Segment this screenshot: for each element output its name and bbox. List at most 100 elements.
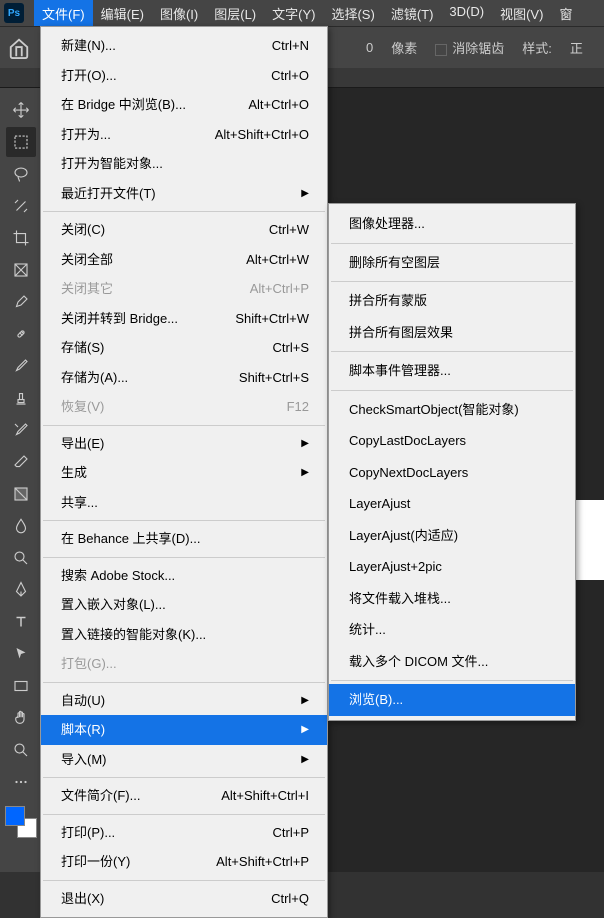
file-menu-item-5[interactable]: 最近打开文件(T)▶: [41, 179, 327, 209]
rectangle-tool[interactable]: [6, 671, 36, 701]
menu-item-label: 置入链接的智能对象(K)...: [61, 625, 206, 645]
file-menu-item-8[interactable]: 关闭全部Alt+Ctrl+W: [41, 245, 327, 275]
file-menu-item-21[interactable]: 搜索 Adobe Stock...: [41, 561, 327, 591]
menu-item-shortcut: Ctrl+Q: [271, 889, 309, 909]
file-menu-item-10[interactable]: 关闭并转到 Bridge...Shift+Ctrl+W: [41, 304, 327, 334]
toolbar: [0, 88, 42, 872]
menu-7[interactable]: 3D(D): [441, 0, 492, 27]
file-menu-item-11[interactable]: 存储(S)Ctrl+S: [41, 333, 327, 363]
hand-tool[interactable]: [6, 703, 36, 733]
crop-tool[interactable]: [6, 223, 36, 253]
menu-item-label: 共享...: [61, 493, 98, 513]
frame-tool[interactable]: [6, 255, 36, 285]
scripts-item-7[interactable]: 脚本事件管理器...: [329, 355, 575, 387]
file-menu-item-2[interactable]: 在 Bridge 中浏览(B)...Alt+Ctrl+O: [41, 90, 327, 120]
eyedropper-tool[interactable]: [6, 287, 36, 317]
style-value: 正: [570, 38, 583, 57]
menu-8[interactable]: 视图(V): [492, 0, 551, 27]
file-menu-item-12[interactable]: 存储为(A)...Shift+Ctrl+S: [41, 363, 327, 393]
menu-item-shortcut: F12: [287, 397, 309, 417]
file-menu-item-26[interactable]: 自动(U)▶: [41, 686, 327, 716]
file-menu-item-4[interactable]: 打开为智能对象...: [41, 149, 327, 179]
file-menu-item-28[interactable]: 导入(M)▶: [41, 745, 327, 775]
stamp-tool[interactable]: [6, 383, 36, 413]
file-menu-item-35[interactable]: 退出(X)Ctrl+Q: [41, 884, 327, 914]
menu-item-label: 打包(G)...: [61, 654, 117, 674]
menu-6[interactable]: 滤镜(T): [383, 0, 442, 27]
menu-4[interactable]: 文字(Y): [264, 0, 323, 27]
scripts-item-4[interactable]: 拼合所有蒙版: [329, 285, 575, 317]
scripts-item-14[interactable]: LayerAjust+2pic: [329, 551, 575, 583]
menu-3[interactable]: 图层(L): [206, 0, 264, 27]
menu-item-label: 打开为...: [61, 125, 111, 145]
brush-tool[interactable]: [6, 351, 36, 381]
gradient-tool[interactable]: [6, 479, 36, 509]
file-menu-item-1[interactable]: 打开(O)...Ctrl+O: [41, 61, 327, 91]
scripts-item-0[interactable]: 图像处理器...: [329, 208, 575, 240]
submenu-arrow-icon: ▶: [301, 436, 309, 451]
scripts-item-12[interactable]: LayerAjust: [329, 488, 575, 520]
zoom-tool[interactable]: [6, 735, 36, 765]
file-menu-item-19[interactable]: 在 Behance 上共享(D)...: [41, 524, 327, 554]
foreground-color-swatch[interactable]: [5, 806, 25, 826]
file-menu-item-30[interactable]: 文件简介(F)...Alt+Shift+Ctrl+I: [41, 781, 327, 811]
antialias-checkbox[interactable]: 消除锯齿: [435, 38, 504, 57]
menu-item-shortcut: Ctrl+W: [269, 220, 309, 240]
menu-item-label: 关闭(C): [61, 220, 105, 240]
healing-tool[interactable]: [6, 319, 36, 349]
menu-item-label: 关闭并转到 Bridge...: [61, 309, 178, 329]
blur-tool[interactable]: [6, 511, 36, 541]
move-tool[interactable]: [6, 95, 36, 125]
file-menu-item-27[interactable]: 脚本(R)▶: [41, 715, 327, 745]
scripts-item-16[interactable]: 统计...: [329, 614, 575, 646]
file-menu-item-7[interactable]: 关闭(C) Ctrl+W: [41, 215, 327, 245]
file-menu-item-3[interactable]: 打开为...Alt+Shift+Ctrl+O: [41, 120, 327, 150]
home-icon[interactable]: [8, 37, 30, 59]
wand-tool[interactable]: [6, 191, 36, 221]
menu-0[interactable]: 文件(F): [34, 0, 93, 27]
edit-toolbar[interactable]: [6, 767, 36, 797]
file-menu-item-23[interactable]: 置入链接的智能对象(K)...: [41, 620, 327, 650]
menu-2[interactable]: 图像(I): [152, 0, 206, 27]
scripts-item-15[interactable]: 将文件载入堆栈...: [329, 583, 575, 615]
pixels-value: 0: [366, 40, 373, 55]
scripts-submenu: 图像处理器... 删除所有空图层拼合所有蒙版拼合所有图层效果脚本事件管理器... C…: [328, 203, 576, 721]
file-menu-dropdown: 新建(N)...Ctrl+N打开(O)...Ctrl+O在 Bridge 中浏览…: [40, 26, 328, 918]
menu-separator: [43, 777, 325, 778]
scripts-item-13[interactable]: LayerAjust(内适应): [329, 520, 575, 552]
scripts-item-2[interactable]: 删除所有空图层: [329, 247, 575, 279]
scripts-item-9[interactable]: CheckSmartObject(智能对象): [329, 394, 575, 426]
type-tool[interactable]: [6, 607, 36, 637]
pen-tool[interactable]: [6, 575, 36, 605]
file-menu-item-0[interactable]: 新建(N)...Ctrl+N: [41, 31, 327, 61]
lasso-tool[interactable]: [6, 159, 36, 189]
file-menu-item-17[interactable]: 共享...: [41, 488, 327, 518]
file-menu-item-33[interactable]: 打印一份(Y)Alt+Shift+Ctrl+P: [41, 847, 327, 877]
file-menu-item-32[interactable]: 打印(P)...Ctrl+P: [41, 818, 327, 848]
file-menu-item-16[interactable]: 生成▶: [41, 458, 327, 488]
menu-item-label: 生成: [61, 463, 87, 483]
menu-item-shortcut: Ctrl+N: [272, 36, 309, 56]
path-select-tool[interactable]: [6, 639, 36, 669]
color-swatches[interactable]: [5, 806, 37, 838]
menu-item-shortcut: Alt+Shift+Ctrl+P: [216, 852, 309, 872]
scripts-item-11[interactable]: CopyNextDocLayers: [329, 457, 575, 489]
scripts-item-10[interactable]: CopyLastDocLayers: [329, 425, 575, 457]
menu-item-label: 搜索 Adobe Stock...: [61, 566, 175, 586]
menu-1[interactable]: 编辑(E): [93, 0, 152, 27]
dodge-tool[interactable]: [6, 543, 36, 573]
scripts-item-5[interactable]: 拼合所有图层效果: [329, 317, 575, 349]
menu-separator: [43, 557, 325, 558]
menu-item-shortcut: Ctrl+P: [273, 823, 309, 843]
scripts-item-19[interactable]: 浏览(B)...: [329, 684, 575, 716]
menu-item-shortcut: Ctrl+S: [273, 338, 309, 358]
eraser-tool[interactable]: [6, 447, 36, 477]
menu-5[interactable]: 选择(S): [323, 0, 382, 27]
scripts-item-17[interactable]: 载入多个 DICOM 文件...: [329, 646, 575, 678]
history-brush-tool[interactable]: [6, 415, 36, 445]
submenu-arrow-icon: ▶: [301, 722, 309, 737]
file-menu-item-15[interactable]: 导出(E)▶: [41, 429, 327, 459]
menu-9[interactable]: 窗: [551, 0, 580, 27]
file-menu-item-22[interactable]: 置入嵌入对象(L)...: [41, 590, 327, 620]
marquee-tool[interactable]: [6, 127, 36, 157]
